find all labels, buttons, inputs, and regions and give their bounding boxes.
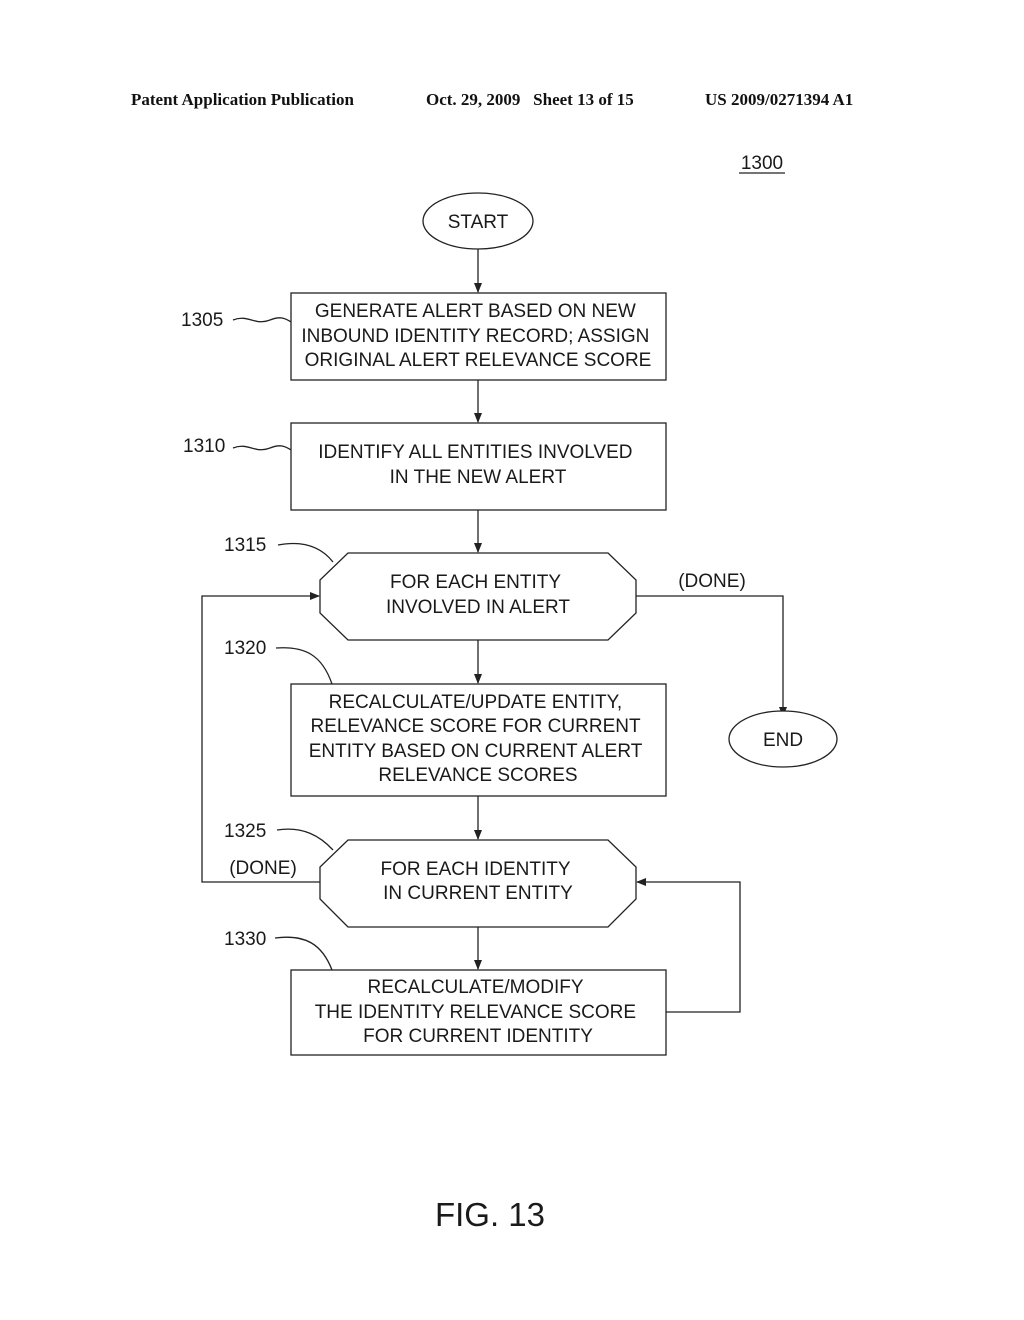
leader-1315: [277, 542, 334, 563]
process-1320-line: RELEVANCE SCORE FOR CURRENT: [310, 716, 640, 737]
loop-1325-line: IN CURRENT ENTITY: [383, 883, 573, 904]
flowchart: 1300 START (DONE) (DONE) END GENERATE AL…: [181, 153, 838, 1233]
loop-1315-line: INVOLVED IN ALERT: [386, 597, 570, 618]
leader-1325: [276, 828, 334, 851]
end-terminal: END: [728, 710, 838, 768]
loop-1315-line: FOR EACH ENTITY: [390, 572, 561, 593]
process-1310: IDENTIFY ALL ENTITIES INVOLVED IN THE NE…: [290, 422, 667, 511]
process-1320-line: ENTITY BASED ON CURRENT ALERT: [309, 741, 643, 762]
process-1310-line: IDENTIFY ALL ENTITIES INVOLVED: [318, 442, 632, 463]
ref-1315: 1315: [224, 535, 266, 556]
process-1305-text: GENERATE ALERT BASED ON NEW INBOUND IDEN…: [301, 301, 654, 371]
start-terminal: START: [422, 192, 534, 250]
leader-1330: [274, 936, 333, 971]
process-1320-line: RECALCULATE/UPDATE ENTITY,: [329, 692, 623, 713]
figure-ref: 1300: [741, 153, 783, 174]
process-1330-line: RECALCULATE/MODIFY: [367, 977, 583, 998]
figure-caption: FIG. 13: [435, 1196, 545, 1233]
loop-1315: FOR EACH ENTITY INVOLVED IN ALERT: [319, 552, 637, 641]
done-label-1325: (DONE): [229, 858, 297, 879]
ref-1305: 1305: [181, 310, 223, 331]
leader-1310: [232, 445, 292, 451]
ref-1320: 1320: [224, 638, 266, 659]
start-label: START: [448, 212, 509, 233]
process-1305-line: INBOUND IDENTITY RECORD; ASSIGN: [301, 326, 649, 347]
done-label-1315: (DONE): [678, 571, 746, 592]
process-1330-line: THE IDENTITY RELEVANCE SCORE: [315, 1002, 636, 1023]
ref-1310: 1310: [183, 436, 225, 457]
process-1305-line: ORIGINAL ALERT RELEVANCE SCORE: [305, 350, 652, 371]
process-1310-line: IN THE NEW ALERT: [390, 467, 567, 488]
loop-1325-line: FOR EACH IDENTITY: [381, 859, 571, 880]
process-1320-line: RELEVANCE SCORES: [378, 765, 577, 786]
process-1305: GENERATE ALERT BASED ON NEW INBOUND IDEN…: [290, 292, 667, 381]
ref-1330: 1330: [224, 929, 266, 950]
end-label: END: [763, 730, 803, 751]
process-1330-line: FOR CURRENT IDENTITY: [363, 1026, 593, 1047]
process-1305-line: GENERATE ALERT BASED ON NEW: [315, 301, 636, 322]
leader-1305: [232, 317, 292, 323]
process-1320: RECALCULATE/UPDATE ENTITY, RELEVANCE SCO…: [290, 683, 667, 797]
process-1330: RECALCULATE/MODIFY THE IDENTITY RELEVANC…: [290, 969, 667, 1056]
leader-1320: [275, 647, 333, 685]
ref-1325: 1325: [224, 821, 266, 842]
loop-1325: FOR EACH IDENTITY IN CURRENT ENTITY: [319, 839, 637, 928]
